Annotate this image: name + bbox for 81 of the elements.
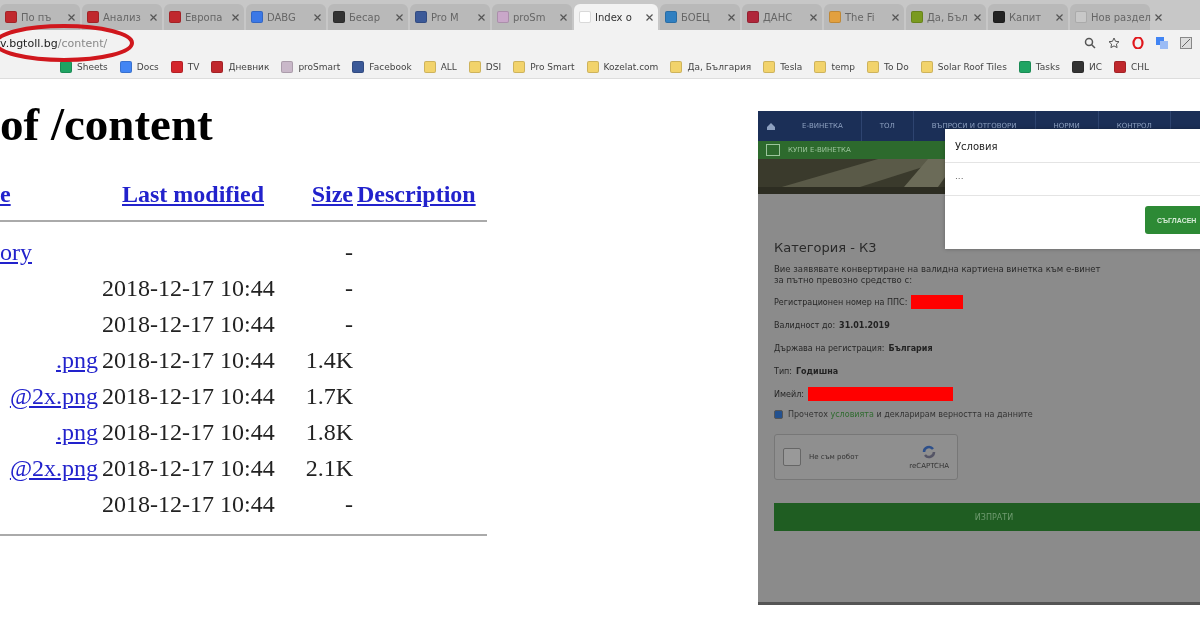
- file-link[interactable]: .png: [0, 341, 98, 378]
- bookmark[interactable]: To Do: [866, 61, 909, 73]
- modified-date: 2018-12-17 10:44: [102, 381, 276, 411]
- home-icon[interactable]: [766, 122, 776, 130]
- file-link[interactable]: @2x.png: [0, 449, 98, 486]
- dialog-text: ...: [945, 163, 1200, 196]
- close-icon[interactable]: [728, 13, 735, 21]
- file-size: 1.4K: [304, 345, 353, 375]
- bookmark[interactable]: temp: [814, 61, 855, 73]
- bookmark[interactable]: proSmart: [281, 61, 341, 73]
- bookmark[interactable]: Kozelat.com: [586, 61, 659, 73]
- captcha-checkbox[interactable]: [783, 448, 801, 467]
- file-size: -: [344, 489, 353, 519]
- column-header-link[interactable]: e: [0, 180, 98, 208]
- close-icon[interactable]: [68, 13, 75, 21]
- field-label: Тип:: [774, 366, 792, 376]
- bookmark[interactable]: ИС: [1071, 61, 1102, 73]
- modified-date: 2018-12-17 10:44: [102, 489, 276, 519]
- close-icon[interactable]: [974, 13, 981, 21]
- bookmark[interactable]: Solar Roof Tiles: [920, 61, 1007, 73]
- extension-icon[interactable]: [1180, 37, 1192, 49]
- bookmark[interactable]: Дневник: [211, 61, 270, 73]
- close-icon[interactable]: [1154, 13, 1162, 21]
- field-label: Имейл:: [774, 389, 804, 399]
- file-size: -: [344, 273, 353, 303]
- bookmark[interactable]: Docs: [119, 61, 159, 73]
- cart-icon: [766, 144, 780, 156]
- file-size: 1.8K: [304, 417, 353, 447]
- file-size: 2.1K: [304, 453, 353, 483]
- column-header-link[interactable]: Last modified: [102, 180, 297, 208]
- modified-date: 2018-12-17 10:44: [102, 453, 276, 483]
- file-link[interactable]: ory: [0, 233, 98, 270]
- modified-date: 2018-12-17 10:44: [102, 417, 276, 447]
- opera-icon[interactable]: [1132, 37, 1144, 49]
- captcha-logo-icon: [921, 444, 938, 461]
- bookmark[interactable]: DSI: [468, 61, 502, 73]
- file-size: -: [344, 237, 353, 267]
- bookmark[interactable]: TV: [170, 61, 200, 73]
- consent-checkbox[interactable]: [774, 410, 783, 420]
- category-title: Категория - К3: [774, 240, 877, 255]
- close-icon[interactable]: [892, 13, 899, 21]
- intro-text: за пътно превозно средство с:: [774, 275, 913, 287]
- field-value: България: [888, 343, 933, 353]
- file-size: 1.7K: [304, 381, 353, 411]
- bookmark[interactable]: ALL: [423, 61, 457, 73]
- field-value: 31.01.2019: [839, 320, 890, 330]
- modified-date: 2018-12-17 10:44: [102, 345, 276, 375]
- close-icon[interactable]: [314, 13, 321, 21]
- star-icon[interactable]: [1108, 37, 1120, 49]
- browser-tab[interactable]: Index o: [574, 4, 658, 30]
- file-size: -: [344, 309, 353, 339]
- bookmark[interactable]: Tesla: [763, 61, 803, 73]
- field-value: Годишна: [796, 366, 839, 376]
- page-heading: of /content: [0, 99, 214, 151]
- bookmark[interactable]: CHL: [1114, 61, 1150, 73]
- close-icon[interactable]: [150, 13, 157, 21]
- bookmark[interactable]: Да, България: [670, 61, 752, 73]
- column-header-link[interactable]: Description: [357, 180, 487, 208]
- zoom-icon[interactable]: [1084, 37, 1096, 49]
- close-icon[interactable]: [810, 13, 817, 21]
- close-icon[interactable]: [560, 13, 567, 21]
- modified-date: 2018-12-17 10:44: [102, 309, 276, 339]
- bookmark[interactable]: Tasks: [1018, 61, 1060, 73]
- column-header-link[interactable]: Size: [301, 180, 353, 208]
- bookmark[interactable]: Sheets: [60, 61, 108, 73]
- close-icon[interactable]: [478, 13, 485, 21]
- translate-icon[interactable]: [1156, 37, 1168, 49]
- consent-text: Прочетох условията и декларирам верността на данните: [788, 410, 1033, 420]
- close-icon[interactable]: [646, 13, 653, 21]
- file-link[interactable]: .png: [0, 413, 98, 450]
- file-link[interactable]: @2x.png: [0, 377, 98, 414]
- close-icon[interactable]: [232, 13, 239, 21]
- field-label: Валидност до:: [774, 320, 836, 330]
- bookmark[interactable]: Facebook: [352, 61, 412, 73]
- modified-date: 2018-12-17 10:44: [102, 273, 276, 303]
- intro-text: Вие заявявате конвертиране на валидна картиена винетка към е-винет: [774, 264, 1101, 276]
- close-icon[interactable]: [396, 13, 403, 21]
- field-label: Държава на регистрация:: [774, 343, 885, 353]
- close-icon[interactable]: [1056, 13, 1063, 21]
- bookmark[interactable]: Pro Smart: [513, 61, 575, 73]
- field-label: Регистрационен номер на ППС:: [774, 297, 908, 307]
